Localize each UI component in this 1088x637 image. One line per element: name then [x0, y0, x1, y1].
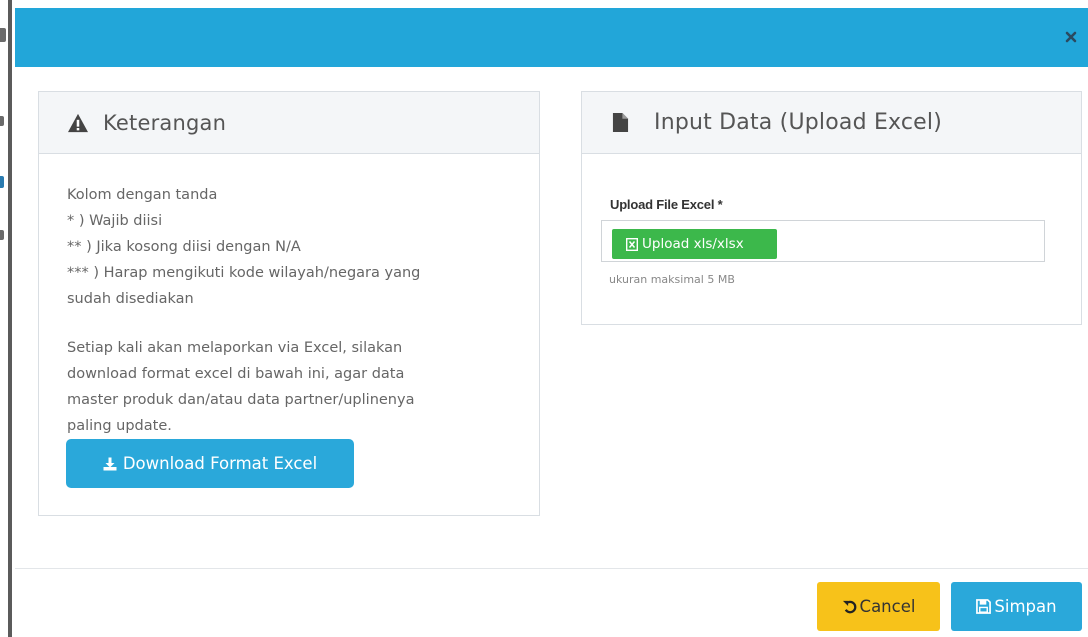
- save-icon: [976, 599, 992, 614]
- keterangan-line: sudah disediakan: [67, 291, 194, 307]
- save-button[interactable]: Simpan: [951, 582, 1082, 631]
- cancel-button-label: Cancel: [859, 597, 916, 616]
- keterangan-line: * ) Wajib diisi: [67, 213, 163, 229]
- instruction-line: master produk dan/atau data partner/upli…: [67, 392, 415, 408]
- instruction-line: Setiap kali akan melaporkan via Excel, s…: [67, 340, 403, 356]
- input-data-panel-header: Input Data (Upload Excel): [582, 92, 1081, 154]
- file-icon: [612, 112, 636, 134]
- footer-divider: [15, 568, 1088, 569]
- background-fragment: [0, 116, 4, 126]
- close-button[interactable]: [1060, 26, 1082, 48]
- keterangan-line: *** ) Harap mengikuti kode wilayah/negar…: [67, 265, 421, 281]
- input-data-title: Input Data (Upload Excel): [654, 110, 943, 135]
- background-overlay-edge: [8, 0, 12, 637]
- keterangan-line: Kolom dengan tanda: [67, 187, 218, 203]
- excel-file-icon: [626, 237, 638, 251]
- instruction-line: paling update.: [67, 418, 172, 434]
- upload-size-hint: ukuran maksimal 5 MB: [609, 273, 735, 286]
- keterangan-line: ** ) Jika kosong diisi dengan N/A: [67, 239, 301, 255]
- keterangan-panel-header: Keterangan: [39, 92, 539, 154]
- download-icon: [103, 457, 117, 470]
- upload-field-label: Upload File Excel *: [610, 197, 723, 212]
- keterangan-panel: Keterangan Kolom dengan tanda * ) Wajib …: [38, 91, 540, 516]
- background-fragment: [0, 230, 4, 240]
- instruction-line: download format excel di bawah ini, agar…: [67, 366, 405, 382]
- background-fragment: [0, 28, 6, 42]
- upload-xls-button[interactable]: Upload xls/xlsx: [612, 229, 777, 259]
- download-format-excel-button[interactable]: Download Format Excel: [66, 439, 354, 488]
- page: Keterangan Kolom dengan tanda * ) Wajib …: [0, 0, 1088, 637]
- upload-modal: Keterangan Kolom dengan tanda * ) Wajib …: [15, 8, 1088, 637]
- upload-button-label: Upload xls/xlsx: [642, 236, 744, 252]
- cancel-button[interactable]: Cancel: [817, 582, 940, 631]
- keterangan-title: Keterangan: [103, 110, 227, 135]
- upload-file-field[interactable]: Upload xls/xlsx: [601, 220, 1045, 262]
- undo-icon: [842, 600, 856, 614]
- close-icon: [1065, 31, 1077, 43]
- save-button-label: Simpan: [994, 597, 1057, 616]
- download-button-label: Download Format Excel: [122, 454, 318, 473]
- background-fragment: [0, 176, 4, 188]
- warning-icon: [67, 112, 91, 134]
- keterangan-body: Kolom dengan tanda * ) Wajib diisi ** ) …: [39, 154, 539, 439]
- modal-header: [15, 8, 1088, 67]
- input-data-panel: Input Data (Upload Excel) Upload File Ex…: [581, 91, 1082, 325]
